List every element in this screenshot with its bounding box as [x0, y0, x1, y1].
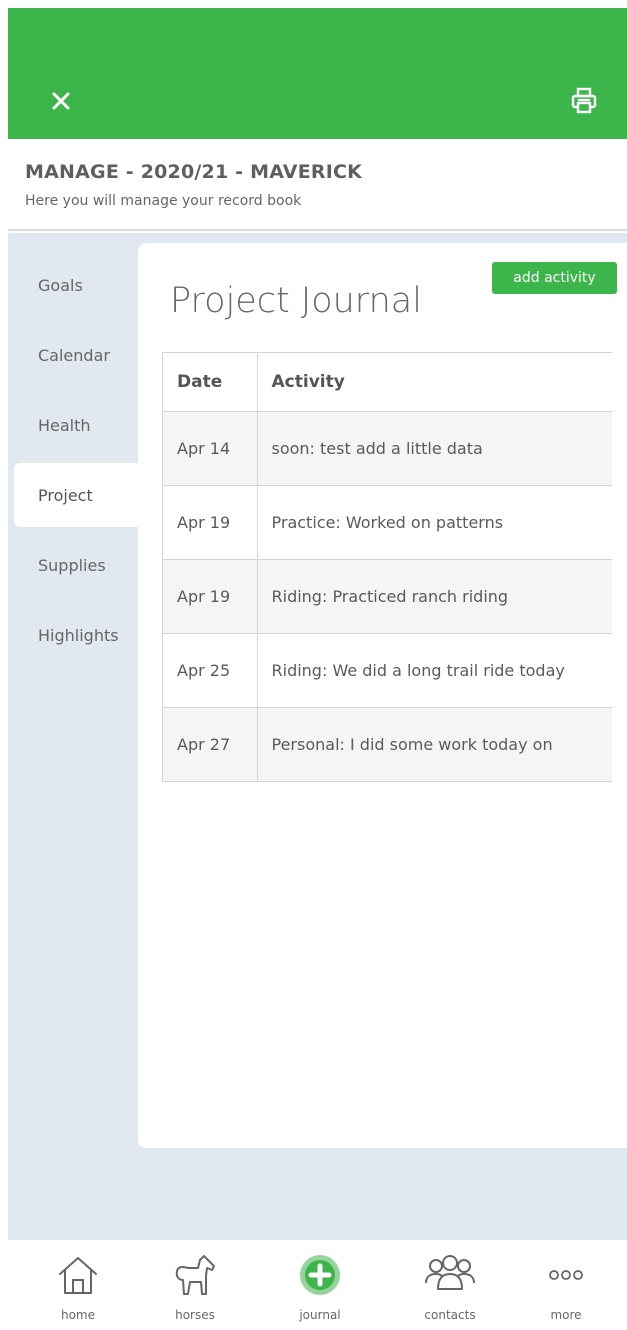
tab-label: home	[60, 1308, 96, 1322]
print-icon[interactable]	[569, 86, 599, 116]
sidebar-item-highlights[interactable]: Highlights	[14, 603, 138, 667]
content-panel: add activity Project Journal Date Activi…	[138, 243, 627, 1148]
tab-horses[interactable]: horses	[145, 1240, 245, 1330]
page-header: MANAGE - 2020/21 - MAVERICK Here you wil…	[8, 139, 627, 231]
more-icon	[539, 1250, 593, 1300]
section-title: Project Journal	[170, 281, 422, 321]
home-icon	[51, 1250, 105, 1300]
sidebar-item-label: Highlights	[38, 625, 119, 645]
tab-journal[interactable]: journal	[270, 1240, 370, 1330]
workspace: Goals Calendar Health Project Supplies H…	[8, 233, 627, 1240]
table-row[interactable]: Apr 19 Practice: Worked on patterns	[163, 485, 612, 560]
plus-circle-icon	[293, 1250, 347, 1300]
app-frame: MANAGE - 2020/21 - MAVERICK Here you wil…	[8, 8, 627, 1330]
tab-label: more	[550, 1308, 582, 1322]
cell-date: Apr 25	[163, 633, 258, 708]
page-title: MANAGE - 2020/21 - MAVERICK	[25, 161, 363, 183]
bottom-nav: home horses journal contacts more	[8, 1240, 627, 1330]
table-row[interactable]: Apr 25 Riding: We did a long trail ride …	[163, 633, 612, 708]
table-row[interactable]: Apr 27 Personal: I did some work today o…	[163, 707, 612, 782]
cell-activity: soon: test add a little data	[257, 411, 612, 486]
journal-table: Date Activity Apr 14 soon: test add a li…	[163, 353, 612, 782]
sidebar-item-project[interactable]: Project	[14, 463, 138, 527]
sidebar-nav: Goals Calendar Health Project Supplies H…	[8, 233, 138, 1240]
tab-home[interactable]: home	[28, 1240, 128, 1330]
tab-label: horses	[175, 1308, 215, 1322]
cell-date: Apr 19	[163, 485, 258, 560]
sidebar-item-label: Calendar	[38, 345, 110, 365]
tab-label: contacts	[424, 1308, 476, 1322]
cell-activity: Practice: Worked on patterns	[257, 485, 612, 560]
cell-activity: Personal: I did some work today on	[257, 707, 612, 782]
cell-date: Apr 14	[163, 411, 258, 486]
tab-contacts[interactable]: contacts	[400, 1240, 500, 1330]
cell-date: Apr 19	[163, 559, 258, 634]
sidebar-item-health[interactable]: Health	[14, 393, 138, 457]
tab-label: journal	[299, 1308, 341, 1322]
cell-date: Apr 27	[163, 707, 258, 782]
horse-icon	[168, 1250, 222, 1300]
column-header-activity[interactable]: Activity	[257, 353, 612, 412]
people-icon	[423, 1250, 477, 1300]
top-bar	[8, 8, 627, 139]
sidebar-item-supplies[interactable]: Supplies	[14, 533, 138, 597]
table-header-row: Date Activity	[163, 353, 612, 412]
sidebar-item-label: Supplies	[38, 555, 106, 575]
sidebar-item-goals[interactable]: Goals	[14, 253, 138, 317]
sidebar-item-calendar[interactable]: Calendar	[14, 323, 138, 387]
journal-table-container[interactable]: Date Activity Apr 14 soon: test add a li…	[162, 352, 612, 782]
table-row[interactable]: Apr 19 Riding: Practiced ranch riding	[163, 559, 612, 634]
sidebar-item-label: Goals	[38, 275, 83, 295]
page-subtitle: Here you will manage your record book	[25, 193, 302, 209]
add-activity-button[interactable]: add activity	[492, 262, 617, 294]
sidebar-item-label: Project	[38, 485, 93, 505]
cell-activity: Riding: We did a long trail ride today	[257, 633, 612, 708]
sidebar-item-label: Health	[38, 415, 91, 435]
cell-activity: Riding: Practiced ranch riding	[257, 559, 612, 634]
table-row[interactable]: Apr 14 soon: test add a little data	[163, 411, 612, 486]
column-header-date[interactable]: Date	[163, 353, 258, 412]
close-icon[interactable]	[48, 88, 74, 114]
tab-more[interactable]: more	[516, 1240, 616, 1330]
